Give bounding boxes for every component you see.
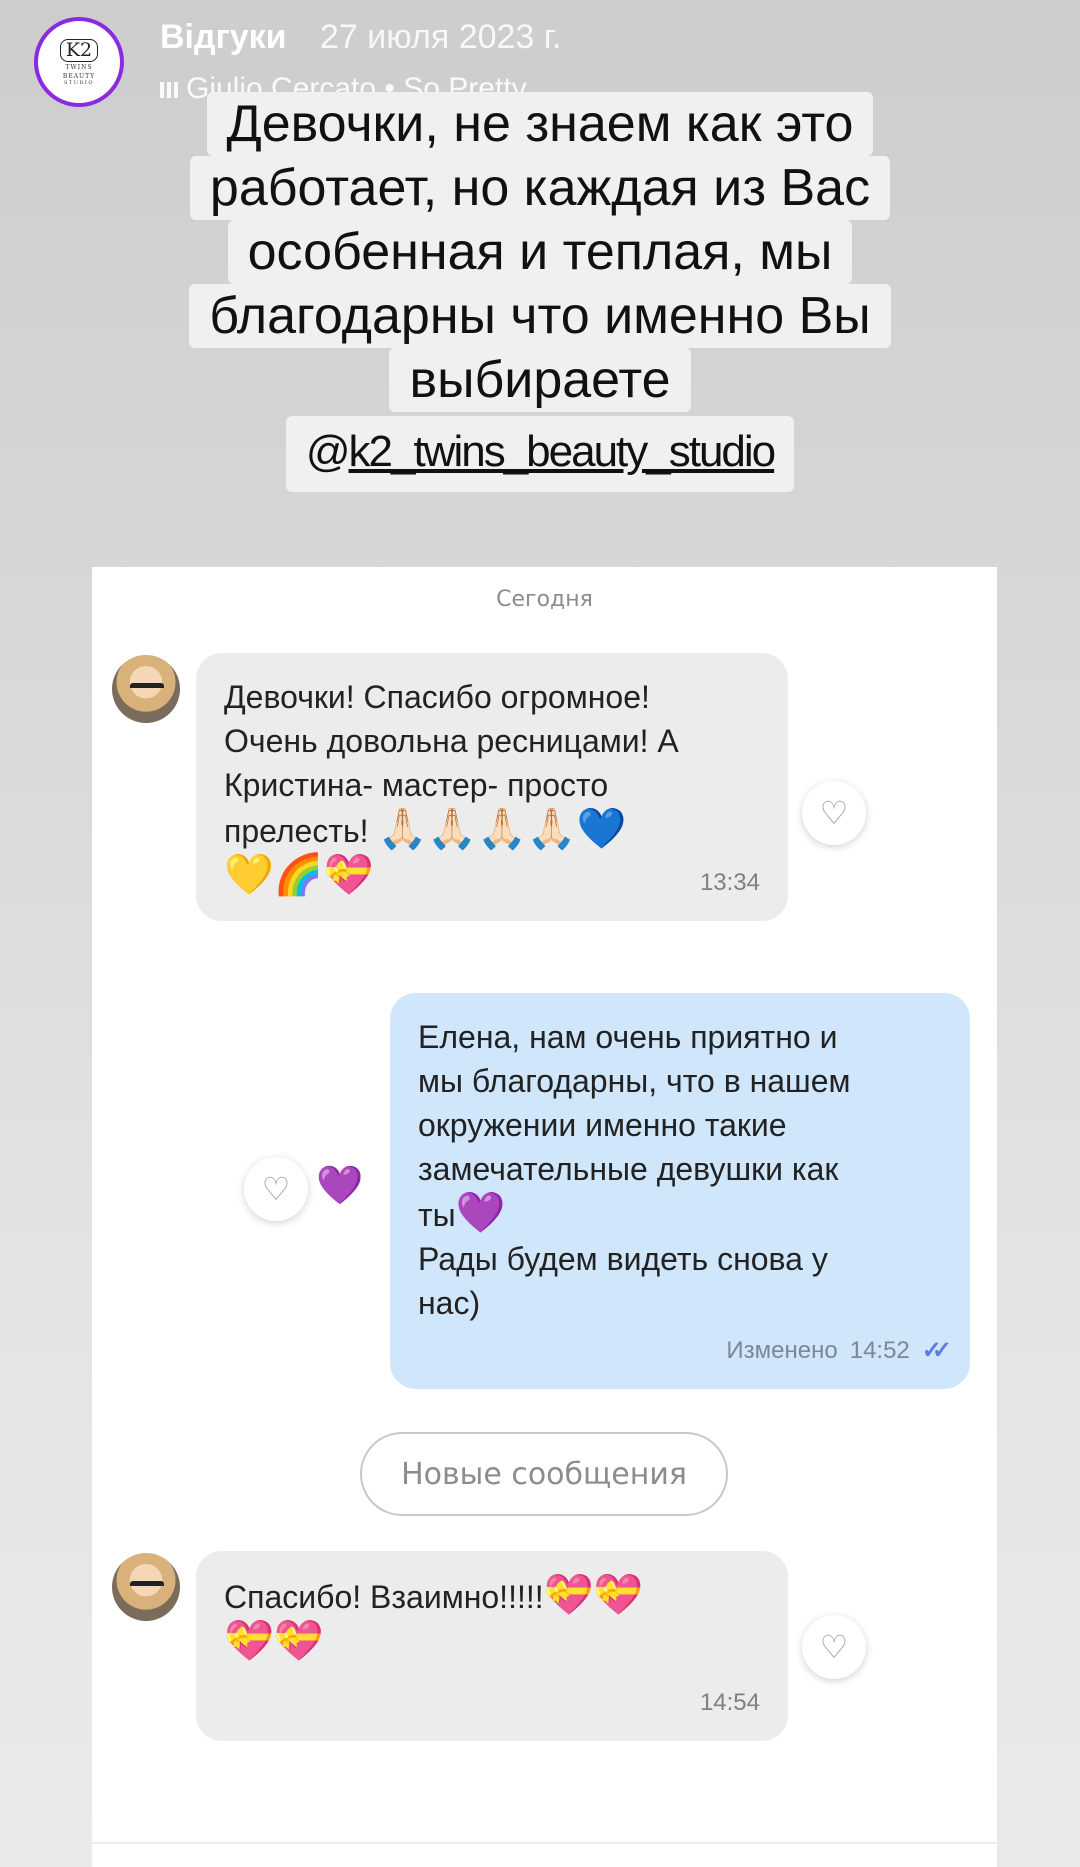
incoming-message: Спасибо! Взаимно!!!!!💝💝 💝💝 14:54 [196,1551,788,1741]
double-check-icon: ✓✓ [921,1337,952,1364]
message-line: окружении именно такие [418,1107,787,1143]
caption-line: выбираете [389,348,691,412]
brand-logo: K2 twins Beauty Studio [59,38,99,86]
message-line: Рады будем видеть снова у [418,1241,828,1277]
like-heart-icon[interactable]: ♡ [802,781,866,845]
message-emojis: 🙏🏻🙏🏻🙏🏻🙏🏻💙 [377,807,627,851]
mention-link[interactable]: @k2_twins_beauty_studio [285,416,795,492]
message-time: 14:54 [699,1689,760,1716]
caption-line: работает, но каждая из Вас [189,156,891,220]
message-line: Очень довольна ресницами! А [224,723,679,759]
logo-line3: Studio [63,79,95,86]
incoming-message: Девочки! Спасибо огромное! Очень довольн… [196,653,788,921]
message-time: 13:34 [699,869,760,896]
message-line: прелесть! [224,813,369,849]
day-divider: Сегодня [496,587,593,612]
sender-avatar[interactable] [112,655,180,723]
message-time: 14:52 [849,1337,910,1364]
message-emojis: 💛🌈💝 [224,853,374,897]
outgoing-message: Елена, нам очень приятно и мы благодарны… [390,993,970,1389]
logo-k2-text: K2 [59,38,99,62]
message-line: Елена, нам очень приятно и [418,1019,838,1055]
chat-screenshot: Сегодня Девочки! Спасибо огромное! Очень… [92,567,997,1867]
new-messages-button[interactable]: Новые сообщения [360,1432,728,1516]
sender-avatar[interactable] [112,1553,180,1621]
message-line: нас) [418,1285,481,1321]
divider [92,1842,997,1844]
edited-label: Изменено [726,1337,838,1364]
message-emojis: 💝💝 [224,1619,324,1663]
mention-handle: k2_twins_beauty_studio [348,427,777,476]
caption-line: благодарны что именно Вы [189,284,891,348]
logo-line2: Beauty [62,72,96,80]
story-date: 27 июля 2023 г. [320,18,562,56]
message-line: ты [418,1197,456,1233]
message-emoji: 💜 [455,1191,506,1235]
reaction-heart-icon: 💜 [316,1163,364,1207]
message-line: Девочки! Спасибо огромное! [224,679,650,715]
message-line: Спасибо! Взаимно!!!!! [224,1579,544,1615]
message-line: мы благодарны, что в нашем [418,1063,851,1099]
logo-line1: twins [65,63,93,71]
caption-line: Девочки, не знаем как это [206,92,874,156]
story-title[interactable]: Відгуки [160,18,287,57]
message-line: Кристина- мастер- просто [224,767,609,803]
message-meta: Изменено 14:52 ✓✓ [726,1329,952,1373]
mention-at: @ [305,427,351,476]
caption-line: особенная и теплая, мы [227,220,853,284]
message-line: замечательные девушки как [418,1151,839,1187]
like-heart-icon[interactable]: ♡ [244,1157,308,1221]
like-heart-icon[interactable]: ♡ [802,1615,866,1679]
story-caption: Девочки, не знаем как это работает, но к… [0,92,1080,492]
message-emojis: 💝💝 [543,1573,644,1617]
